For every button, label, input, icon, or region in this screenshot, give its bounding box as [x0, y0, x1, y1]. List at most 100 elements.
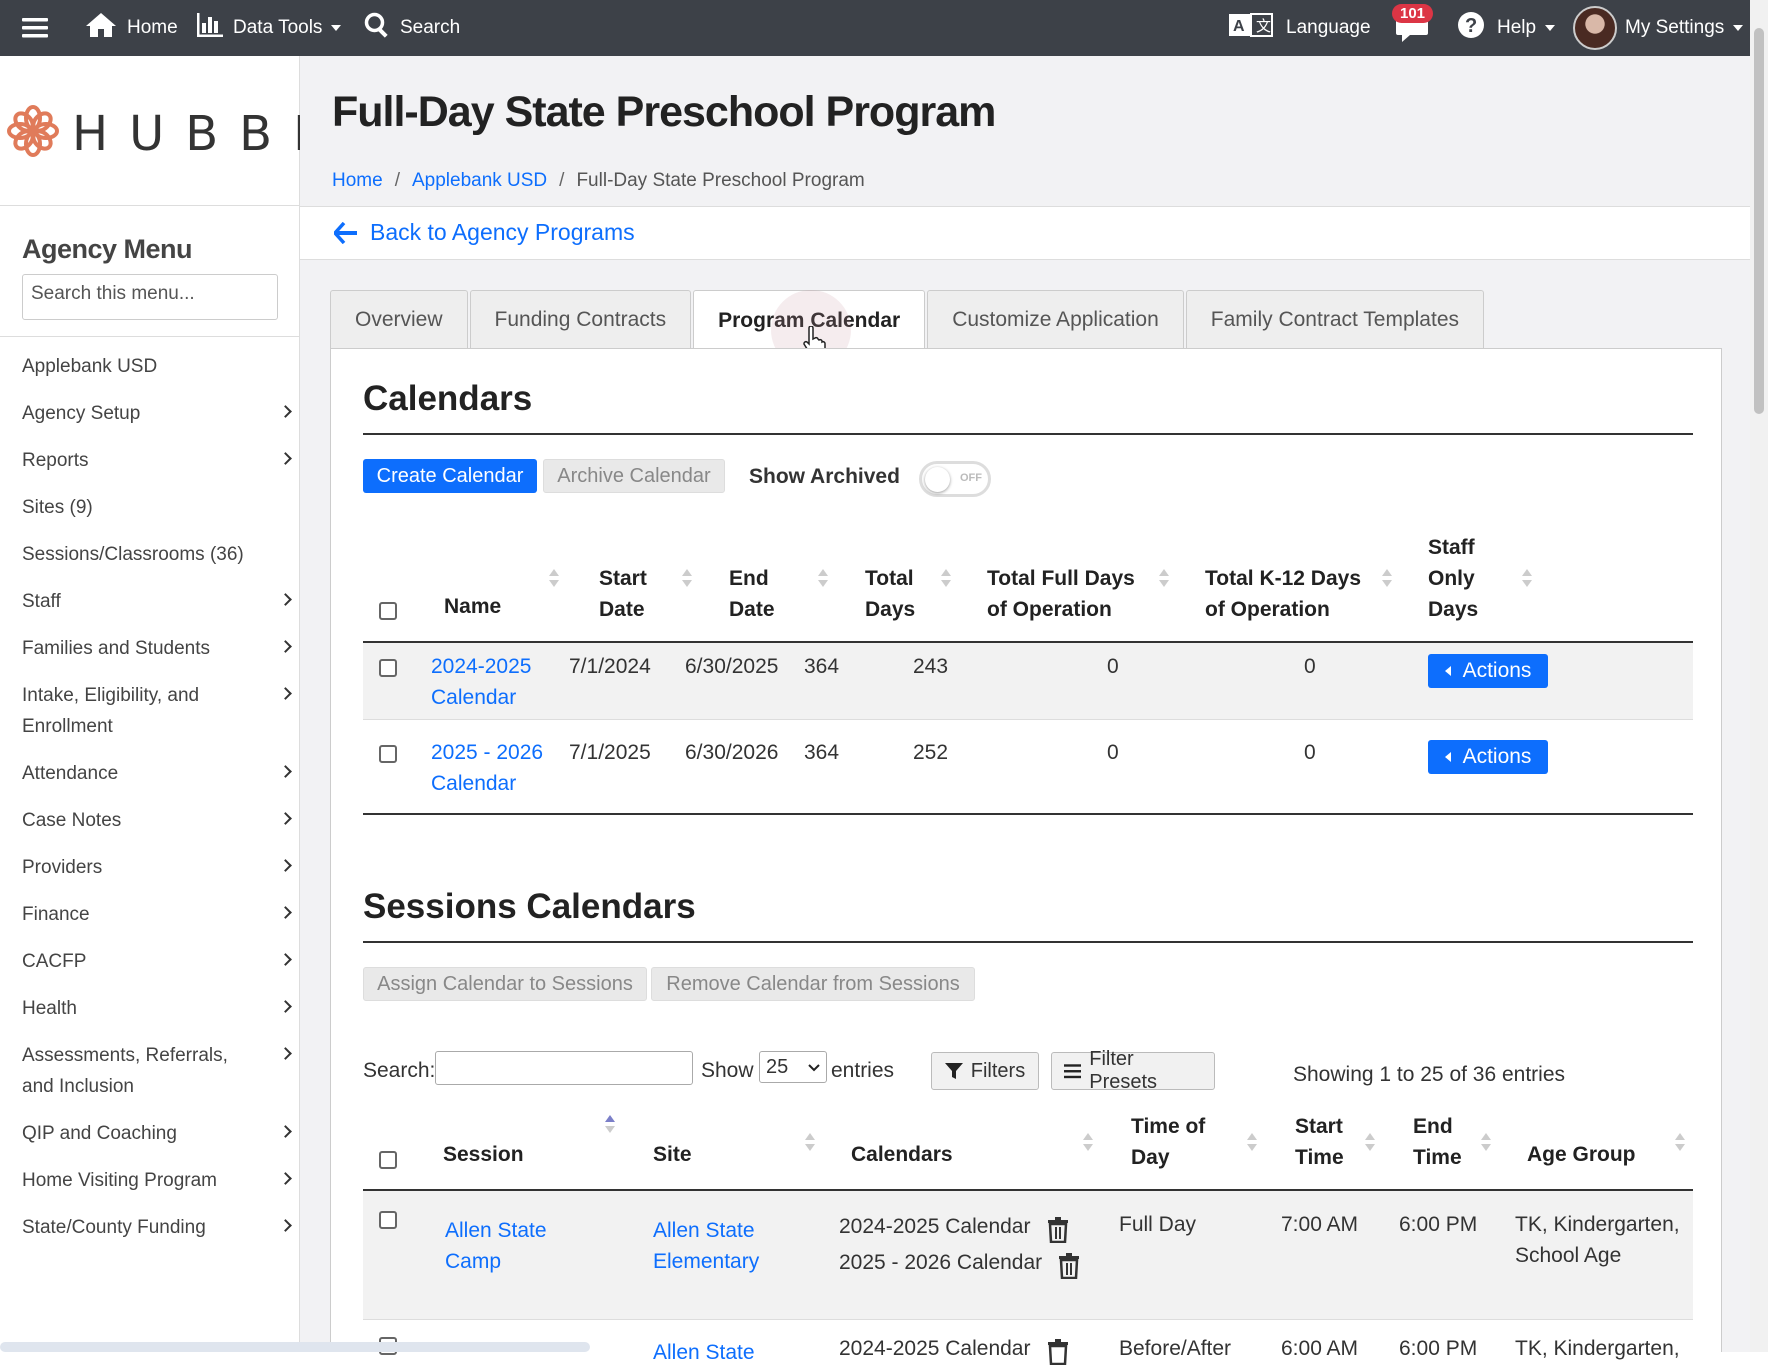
create-calendar-button[interactable]: Create Calendar: [363, 459, 537, 493]
sidebar-item-home-visiting[interactable]: Home Visiting Program: [0, 1160, 300, 1207]
sidebar-item-applebank[interactable]: Applebank USD: [0, 346, 300, 393]
column-header-k12-days[interactable]: Total K-12 Days of Operation: [1205, 563, 1375, 625]
filter-presets-button[interactable]: Filter Presets: [1051, 1048, 1215, 1093]
sort-icon[interactable]: [1365, 1133, 1375, 1153]
column-header-total-days[interactable]: Total Days: [865, 563, 935, 625]
trash-icon[interactable]: [1047, 1217, 1069, 1243]
row-checkbox[interactable]: [379, 745, 397, 763]
sidebar-item-intake[interactable]: Intake, Eligibility, and Enrollment: [0, 675, 300, 753]
column-header-start-date[interactable]: Start Date: [599, 563, 689, 625]
nav-data-tools[interactable]: Data Tools: [197, 0, 342, 56]
hamburger-menu-icon[interactable]: [22, 0, 48, 56]
sort-icon[interactable]: [1481, 1133, 1491, 1153]
sidebar-item-cacfp[interactable]: CACFP: [0, 941, 300, 988]
select-all-checkbox[interactable]: [379, 1151, 397, 1169]
vertical-scrollbar[interactable]: [1750, 0, 1768, 1352]
show-archived-toggle[interactable]: OFF: [919, 461, 991, 497]
column-header-end-time[interactable]: End Time: [1413, 1111, 1473, 1173]
sidebar-item-agency-setup[interactable]: Agency Setup: [0, 393, 300, 440]
calendar-name-link[interactable]: 2024-2025 Calendar: [431, 651, 541, 713]
back-bar: Back to Agency Programs: [300, 206, 1750, 260]
calendar-name-link[interactable]: 2025 - 2026 Calendar: [431, 737, 551, 799]
nav-home[interactable]: Home: [85, 0, 178, 56]
sidebar-item-attendance[interactable]: Attendance: [0, 753, 300, 800]
sidebar-search-input[interactable]: Search this menu...: [22, 274, 278, 320]
cell-end-date: 6/30/2026: [685, 741, 779, 764]
actions-button[interactable]: Actions: [1428, 740, 1548, 774]
sidebar-item-label: Intake, Eligibility, and Enrollment: [22, 685, 200, 737]
column-header-session[interactable]: Session: [443, 1139, 524, 1170]
sidebar-item-health[interactable]: Health: [0, 988, 300, 1035]
sidebar-item-sites[interactable]: Sites (9): [0, 487, 300, 534]
row-checkbox[interactable]: [379, 1211, 397, 1229]
sessions-search-input[interactable]: [435, 1051, 693, 1085]
sort-icon[interactable]: [1522, 569, 1532, 589]
column-header-start-time[interactable]: Start Time: [1295, 1111, 1355, 1173]
sort-icon[interactable]: [805, 1133, 815, 1153]
sort-ascending-icon[interactable]: [605, 1115, 615, 1135]
column-header-time-of-day[interactable]: Time of Day: [1131, 1111, 1221, 1173]
nav-search[interactable]: Search: [364, 0, 460, 56]
sidebar-item-label: Case Notes: [22, 810, 122, 831]
archive-calendar-button[interactable]: Archive Calendar: [543, 459, 725, 493]
page-header: Full-Day State Preschool Program Home / Ap…: [300, 56, 1750, 206]
logo[interactable]: HUBBE: [0, 56, 323, 206]
column-header-site[interactable]: Site: [653, 1139, 692, 1170]
column-header-end-date[interactable]: End Date: [729, 563, 809, 625]
site-name-link[interactable]: Allen State Elementary: [653, 1215, 773, 1277]
sort-icon[interactable]: [818, 569, 828, 589]
column-header-age-group[interactable]: Age Group: [1527, 1139, 1636, 1170]
entries-select[interactable]: 25: [759, 1051, 827, 1083]
sidebar-item-families[interactable]: Families and Students: [0, 628, 300, 675]
actions-button[interactable]: Actions: [1428, 654, 1548, 688]
tab-overview[interactable]: Overview: [330, 290, 468, 348]
select-all-checkbox[interactable]: [379, 602, 397, 620]
sort-icon[interactable]: [1083, 1133, 1093, 1153]
tab-customize-application[interactable]: Customize Application: [927, 290, 1184, 348]
nav-help[interactable]: ? Help: [1457, 0, 1556, 56]
row-checkbox[interactable]: [379, 659, 397, 677]
sidebar-item-label: Finance: [22, 904, 90, 925]
sidebar-item-staff[interactable]: Staff: [0, 581, 300, 628]
horizontal-scrollbar[interactable]: [0, 1342, 590, 1352]
sort-icon[interactable]: [1382, 569, 1392, 589]
row-divider: [363, 719, 1693, 720]
home-icon: [85, 12, 117, 44]
site-name-link[interactable]: Allen State: [653, 1337, 755, 1368]
column-header-full-days[interactable]: Total Full Days of Operation: [987, 563, 1147, 625]
sidebar-item-case-notes[interactable]: Case Notes: [0, 800, 300, 847]
sort-icon[interactable]: [1159, 569, 1169, 589]
remove-calendar-button[interactable]: Remove Calendar from Sessions: [651, 967, 975, 1001]
filters-button[interactable]: Filters: [931, 1052, 1039, 1090]
sort-icon[interactable]: [682, 569, 692, 589]
column-header-calendars[interactable]: Calendars: [851, 1139, 953, 1170]
sidebar-item-state-county[interactable]: State/County Funding: [0, 1207, 300, 1254]
breadcrumb-agency[interactable]: Applebank USD: [412, 170, 547, 191]
assign-calendar-button[interactable]: Assign Calendar to Sessions: [363, 967, 647, 1001]
nav-language[interactable]: A文 Language: [1229, 0, 1371, 56]
session-name-link[interactable]: Allen State Camp: [445, 1215, 555, 1277]
sidebar-item-assessments[interactable]: Assessments, Referrals, and Inclusion: [0, 1035, 300, 1113]
nav-my-settings[interactable]: My Settings: [1573, 0, 1744, 56]
column-header-name[interactable]: Name: [444, 591, 501, 622]
back-link[interactable]: Back to Agency Programs: [334, 219, 635, 246]
divider: [0, 336, 300, 337]
sidebar-item-finance[interactable]: Finance: [0, 894, 300, 941]
sidebar-item-qip[interactable]: QIP and Coaching: [0, 1113, 300, 1160]
sidebar-item-reports[interactable]: Reports: [0, 440, 300, 487]
sidebar-item-label: Home Visiting Program: [22, 1170, 218, 1191]
tab-family-contract-templates[interactable]: Family Contract Templates: [1185, 290, 1484, 348]
breadcrumb-home[interactable]: Home: [332, 170, 383, 191]
trash-icon[interactable]: [1047, 1339, 1069, 1365]
sidebar-item-sessions[interactable]: Sessions/Classrooms (36): [0, 534, 300, 581]
trash-icon[interactable]: [1058, 1253, 1080, 1279]
sidebar-item-providers[interactable]: Providers: [0, 847, 300, 894]
sort-icon[interactable]: [1675, 1133, 1685, 1153]
filter-presets-label: Filter Presets: [1089, 1048, 1158, 1093]
sort-icon[interactable]: [1247, 1133, 1257, 1153]
sort-icon[interactable]: [941, 569, 951, 589]
column-header-staff-only[interactable]: Staff Only Days: [1428, 532, 1488, 625]
scrollbar-thumb[interactable]: [1754, 28, 1764, 414]
tab-funding-contracts[interactable]: Funding Contracts: [469, 290, 692, 348]
sort-icon[interactable]: [549, 569, 559, 589]
